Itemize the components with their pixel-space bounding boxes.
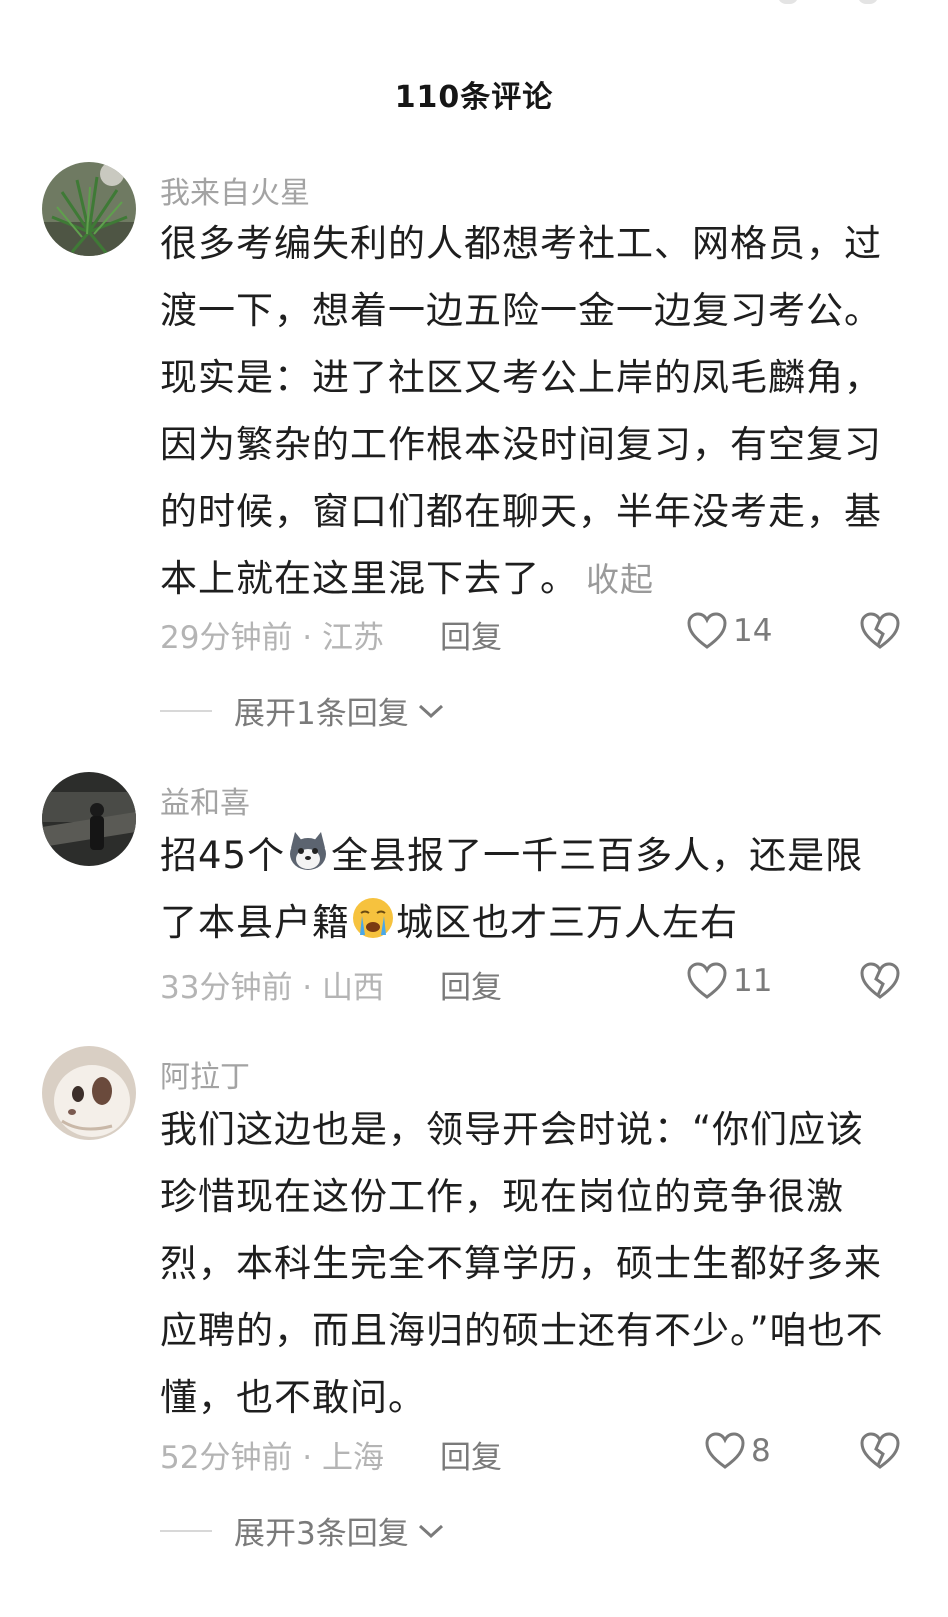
divider-line — [160, 1529, 212, 1532]
comment-text-content: 很多考编失利的人都想考社工、网格员，过渡一下，想着一边五险一金一边复习考公。现实… — [160, 222, 882, 600]
expand-replies-button[interactable]: 展开3条回复 — [160, 1508, 445, 1553]
comment-text-content: 我们这边也是，领导开会时说：“你们应该珍惜现在这份工作，现在岗位的竞争很激烈，本… — [160, 1108, 884, 1419]
expand-replies-label: 展开3条回复 — [234, 1516, 409, 1552]
username[interactable]: 益和喜 — [160, 778, 250, 822]
like-button[interactable]: 8 — [705, 1432, 771, 1470]
crying-emoji-icon — [353, 898, 393, 938]
username[interactable]: 我来自火星 — [160, 168, 310, 212]
chevron-down-icon — [418, 1524, 443, 1538]
comment-text: 我们这边也是，领导开会时说：“你们应该珍惜现在这份工作，现在岗位的竞争很激烈，本… — [160, 1096, 895, 1431]
comment-meta: 33分钟前 · 山西 回复 11 — [160, 962, 900, 1012]
like-count: 14 — [733, 613, 773, 649]
like-count: 8 — [751, 1433, 771, 1469]
dislike-button[interactable] — [860, 962, 900, 1008]
broken-heart-icon — [860, 1432, 900, 1469]
avatar[interactable] — [42, 162, 136, 256]
dislike-button[interactable] — [860, 612, 900, 658]
comment-text-part: 城区也才三万人左右 — [396, 901, 738, 944]
reply-button[interactable]: 回复 — [440, 962, 502, 1007]
reply-button[interactable]: 回复 — [440, 1432, 502, 1477]
husky-emoji-icon — [290, 832, 327, 870]
expand-replies-button[interactable]: 展开1条回复 — [160, 688, 445, 733]
comment-meta: 52分钟前 · 上海 回复 8 — [160, 1432, 900, 1482]
like-button[interactable]: 14 — [687, 612, 772, 650]
broken-heart-icon — [860, 612, 900, 649]
comment-text: 招45个 全县报了一千三百多人，还是限了本县户籍 城区也才三万人左右 — [160, 822, 895, 956]
chevron-down-icon — [418, 704, 443, 718]
top-partial-elements — [748, 0, 888, 6]
expand-replies-label: 展开1条回复 — [234, 696, 409, 732]
username[interactable]: 阿拉丁 — [160, 1052, 250, 1096]
broken-heart-icon — [860, 962, 900, 999]
heart-outline-icon — [705, 1432, 745, 1469]
like-count: 11 — [733, 963, 773, 999]
heart-outline-icon — [687, 612, 727, 649]
time-location: 33分钟前 · 山西 — [160, 970, 385, 1006]
comment-count-title: 110条评论 — [394, 80, 554, 115]
avatar[interactable] — [42, 772, 136, 866]
time-location: 29分钟前 · 江苏 — [160, 620, 385, 656]
comment-text: 很多考编失利的人都想考社工、网格员，过渡一下，想着一边五险一金一边复习考公。现实… — [160, 210, 895, 613]
reply-button[interactable]: 回复 — [440, 612, 502, 657]
dislike-button[interactable] — [860, 1432, 900, 1478]
avatar[interactable] — [42, 1046, 136, 1140]
like-button[interactable]: 11 — [687, 962, 772, 1000]
comment-text-part: 招45个 — [160, 834, 286, 877]
collapse-link[interactable]: 收起 — [586, 560, 654, 599]
divider-line — [160, 709, 212, 712]
comment-meta: 29分钟前 · 江苏 回复 14 — [160, 612, 900, 662]
time-location: 52分钟前 · 上海 — [160, 1440, 385, 1476]
heart-outline-icon — [687, 962, 727, 999]
